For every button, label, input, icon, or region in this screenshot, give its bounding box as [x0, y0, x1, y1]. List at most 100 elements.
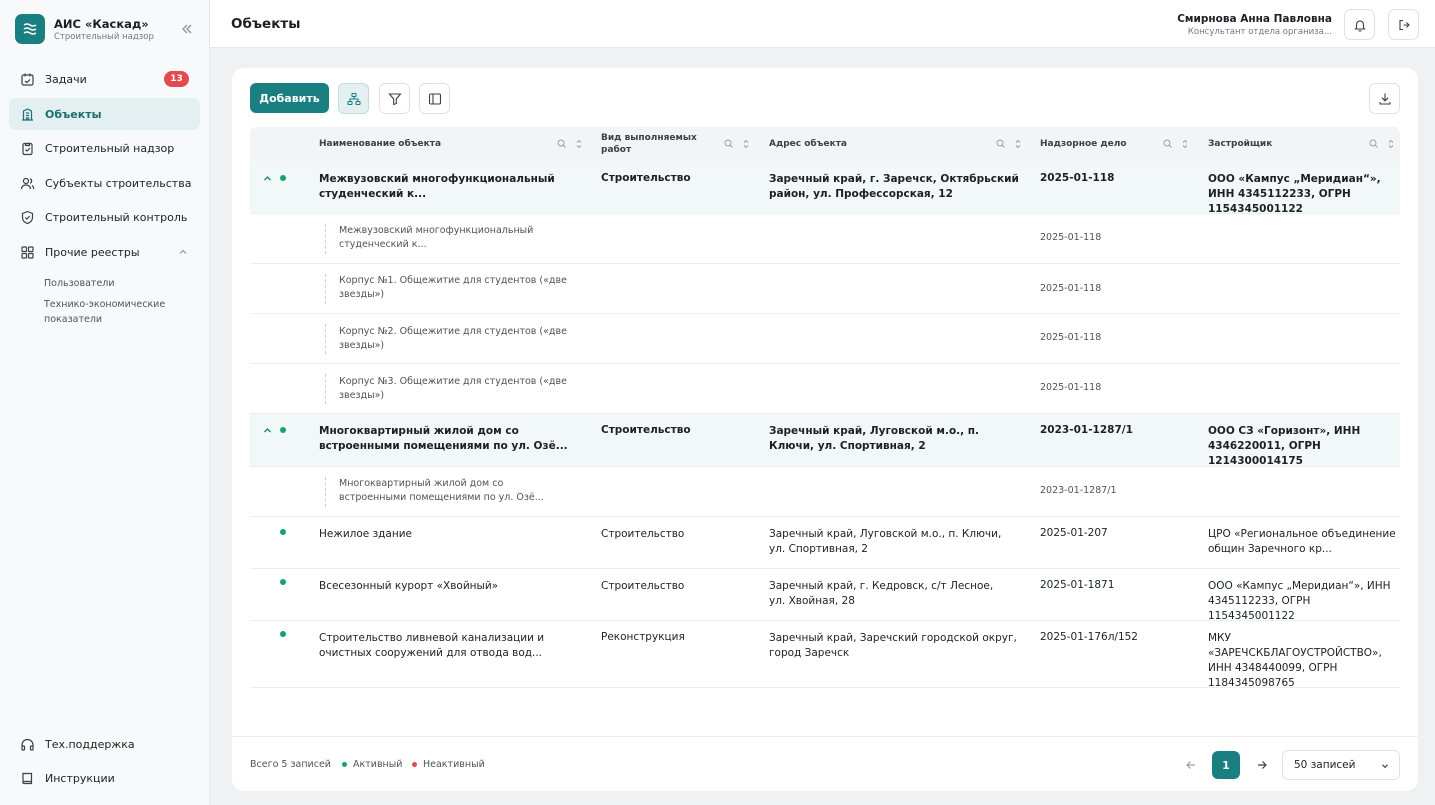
logout-icon: [1398, 19, 1410, 30]
object-name[interactable]: Корпус №1. Общежитие для студентов («две…: [339, 274, 569, 302]
column-tools[interactable]: [557, 139, 585, 149]
object-name[interactable]: Строительство ливневой канализации и очи…: [319, 631, 589, 661]
chevron-up-icon[interactable]: [178, 247, 188, 257]
sidebar-subitem-users[interactable]: Пользователи: [44, 276, 184, 291]
table-row[interactable]: Всесезонный курорт «Хвойный» Строительст…: [250, 569, 1400, 622]
object-name[interactable]: Межвузовский многофункциональный студенч…: [339, 224, 539, 252]
column-header-developer[interactable]: Застройщик: [1208, 127, 1272, 161]
next-page-button[interactable]: [1248, 751, 1276, 779]
object-address: Заречный край, Заречский городской округ…: [769, 632, 1017, 659]
sidebar-item-instructions[interactable]: Инструкции: [9, 762, 200, 794]
arrow-right-icon: [1258, 761, 1267, 769]
table-row[interactable]: Межвузовский многофункциональный студенч…: [250, 214, 1400, 264]
sidebar: АИС «Каскад» Строительный надзор Задачи …: [0, 0, 210, 805]
column-header-name[interactable]: Наименование объекта: [319, 127, 441, 161]
table-row[interactable]: Корпус №3. Общежитие для студентов («две…: [250, 364, 1400, 414]
table-row[interactable]: Корпус №1. Общежитие для студентов («две…: [250, 264, 1400, 314]
collapse-sidebar-icon[interactable]: [180, 22, 194, 36]
app-logo[interactable]: [15, 14, 45, 44]
active-status-dot: [280, 427, 286, 433]
search-sort-icon: [557, 139, 582, 149]
sidebar-item-supervision[interactable]: Строительный надзор: [9, 132, 200, 164]
grid-icon: [21, 245, 34, 259]
logout-button[interactable]: [1388, 9, 1419, 40]
supervision-case: 2025-01-176л/152: [1040, 631, 1138, 643]
download-icon: [1378, 93, 1391, 105]
object-address: Заречный край, Луговской м.о., п. Ключи,…: [769, 528, 1002, 555]
column-header-address[interactable]: Адрес объекта: [769, 127, 847, 161]
sidebar-subitem-indicators[interactable]: Технико-экономические показатели: [44, 297, 184, 327]
supervision-case: 2023-01-1287/1: [1040, 485, 1117, 496]
sidebar-panel-icon: [428, 92, 441, 105]
work-type: Строительство: [601, 172, 691, 184]
sidebar-item-subjects[interactable]: Субъекты строительства: [9, 167, 200, 199]
tree-connector: [325, 477, 326, 507]
object-name[interactable]: Многоквартирный жилой дом со встроенными…: [339, 477, 569, 505]
legend-active: Активный: [342, 759, 402, 770]
page-size-value: 50 записей: [1294, 759, 1356, 771]
app-subtitle: Строительный надзор: [54, 32, 154, 42]
column-header-case[interactable]: Надзорное дело: [1040, 127, 1127, 161]
active-status-dot: [280, 579, 286, 585]
column-tools[interactable]: [1163, 139, 1191, 149]
legend-active-label: Активный: [353, 759, 403, 770]
table-row[interactable]: Корпус №2. Общежитие для студентов («две…: [250, 314, 1400, 364]
objects-card: Добавить Наименование объекта Вид выполн…: [232, 68, 1418, 791]
sidebar-item-label: Тех.поддержка: [45, 737, 135, 751]
filter-button[interactable]: [379, 83, 410, 114]
download-button[interactable]: [1369, 83, 1400, 114]
sidebar-item-label: Задачи: [45, 72, 87, 86]
table-row[interactable]: Нежилое здание Строительство Заречный кр…: [250, 517, 1400, 569]
page-title: Объекты: [231, 16, 301, 32]
headphones-icon: [21, 738, 34, 751]
columns-button[interactable]: [419, 83, 450, 114]
table-row[interactable]: Строительство ливневой канализации и очи…: [250, 621, 1400, 689]
table-row[interactable]: Многоквартирный жилой дом со встроенными…: [250, 414, 1400, 467]
tree-view-button[interactable]: [338, 83, 369, 114]
page-size-select[interactable]: 50 записей: [1282, 750, 1400, 780]
notifications-button[interactable]: [1344, 9, 1375, 40]
supervision-case: 2025-01-118: [1040, 283, 1102, 294]
page-number-current[interactable]: 1: [1212, 751, 1240, 779]
search-sort-icon: [996, 139, 1021, 149]
developer: ООО «Кампус „Меридиан“», ИНН 4345112233,…: [1208, 173, 1381, 215]
tree-connector: [325, 224, 326, 254]
sidebar-item-support[interactable]: Тех.поддержка: [9, 728, 200, 760]
sidebar-item-label: Строительный контроль: [45, 210, 188, 224]
chevron-up-icon[interactable]: [263, 174, 272, 183]
prev-page-button[interactable]: [1177, 751, 1205, 779]
column-tools[interactable]: [996, 139, 1024, 149]
column-tools[interactable]: [1369, 139, 1397, 149]
object-name[interactable]: Корпус №2. Общежитие для студентов («две…: [339, 325, 569, 353]
supervision-case: 2023-01-1287/1: [1040, 424, 1133, 436]
sidebar-item-objects[interactable]: Объекты: [9, 98, 200, 130]
sidebar-item-label: Инструкции: [45, 771, 115, 785]
sidebar-item-tasks[interactable]: Задачи 13: [9, 63, 200, 95]
work-type: Строительство: [601, 580, 685, 592]
object-address: Заречный край, г. Кедровск, с/т Лесное, …: [769, 580, 994, 607]
sidebar-item-registries[interactable]: Прочие реестры: [9, 236, 200, 268]
active-status-dot: [280, 631, 286, 637]
object-name[interactable]: Нежилое здание: [319, 527, 589, 542]
object-name[interactable]: Многоквартирный жилой дом со встроенными…: [319, 424, 589, 454]
legend-inactive-label: Неактивный: [423, 759, 485, 770]
table-row[interactable]: Межвузовский многофункциональный студенч…: [250, 161, 1400, 215]
top-bar: Объекты Смирнова Анна Павловна Консульта…: [210, 0, 1435, 48]
shield-check-icon: [21, 210, 34, 224]
chevron-up-icon[interactable]: [263, 426, 272, 435]
table-footer: Всего 5 записей Активный Неактивный 1 50…: [232, 736, 1418, 791]
sidebar-item-control[interactable]: Строительный контроль: [9, 201, 200, 233]
object-address: Заречный край, г. Заречск, Октябрьский р…: [769, 173, 1019, 200]
table-row[interactable]: Многоквартирный жилой дом со встроенными…: [250, 467, 1400, 517]
user-name[interactable]: Смирнова Анна Павловна: [1177, 13, 1332, 25]
tree-connector: [325, 374, 326, 404]
sidebar-item-label: Субъекты строительства: [45, 176, 192, 190]
object-name[interactable]: Всесезонный курорт «Хвойный»: [319, 579, 589, 594]
add-button[interactable]: Добавить: [250, 83, 329, 113]
tasks-count-badge: 13: [164, 71, 189, 87]
object-name[interactable]: Межвузовский многофункциональный студенч…: [319, 172, 579, 202]
column-tools[interactable]: [724, 139, 752, 149]
column-header-work[interactable]: Вид выполняемых работ: [601, 127, 701, 161]
object-name[interactable]: Корпус №3. Общежитие для студентов («две…: [339, 375, 569, 403]
search-sort-icon: [1369, 139, 1394, 149]
